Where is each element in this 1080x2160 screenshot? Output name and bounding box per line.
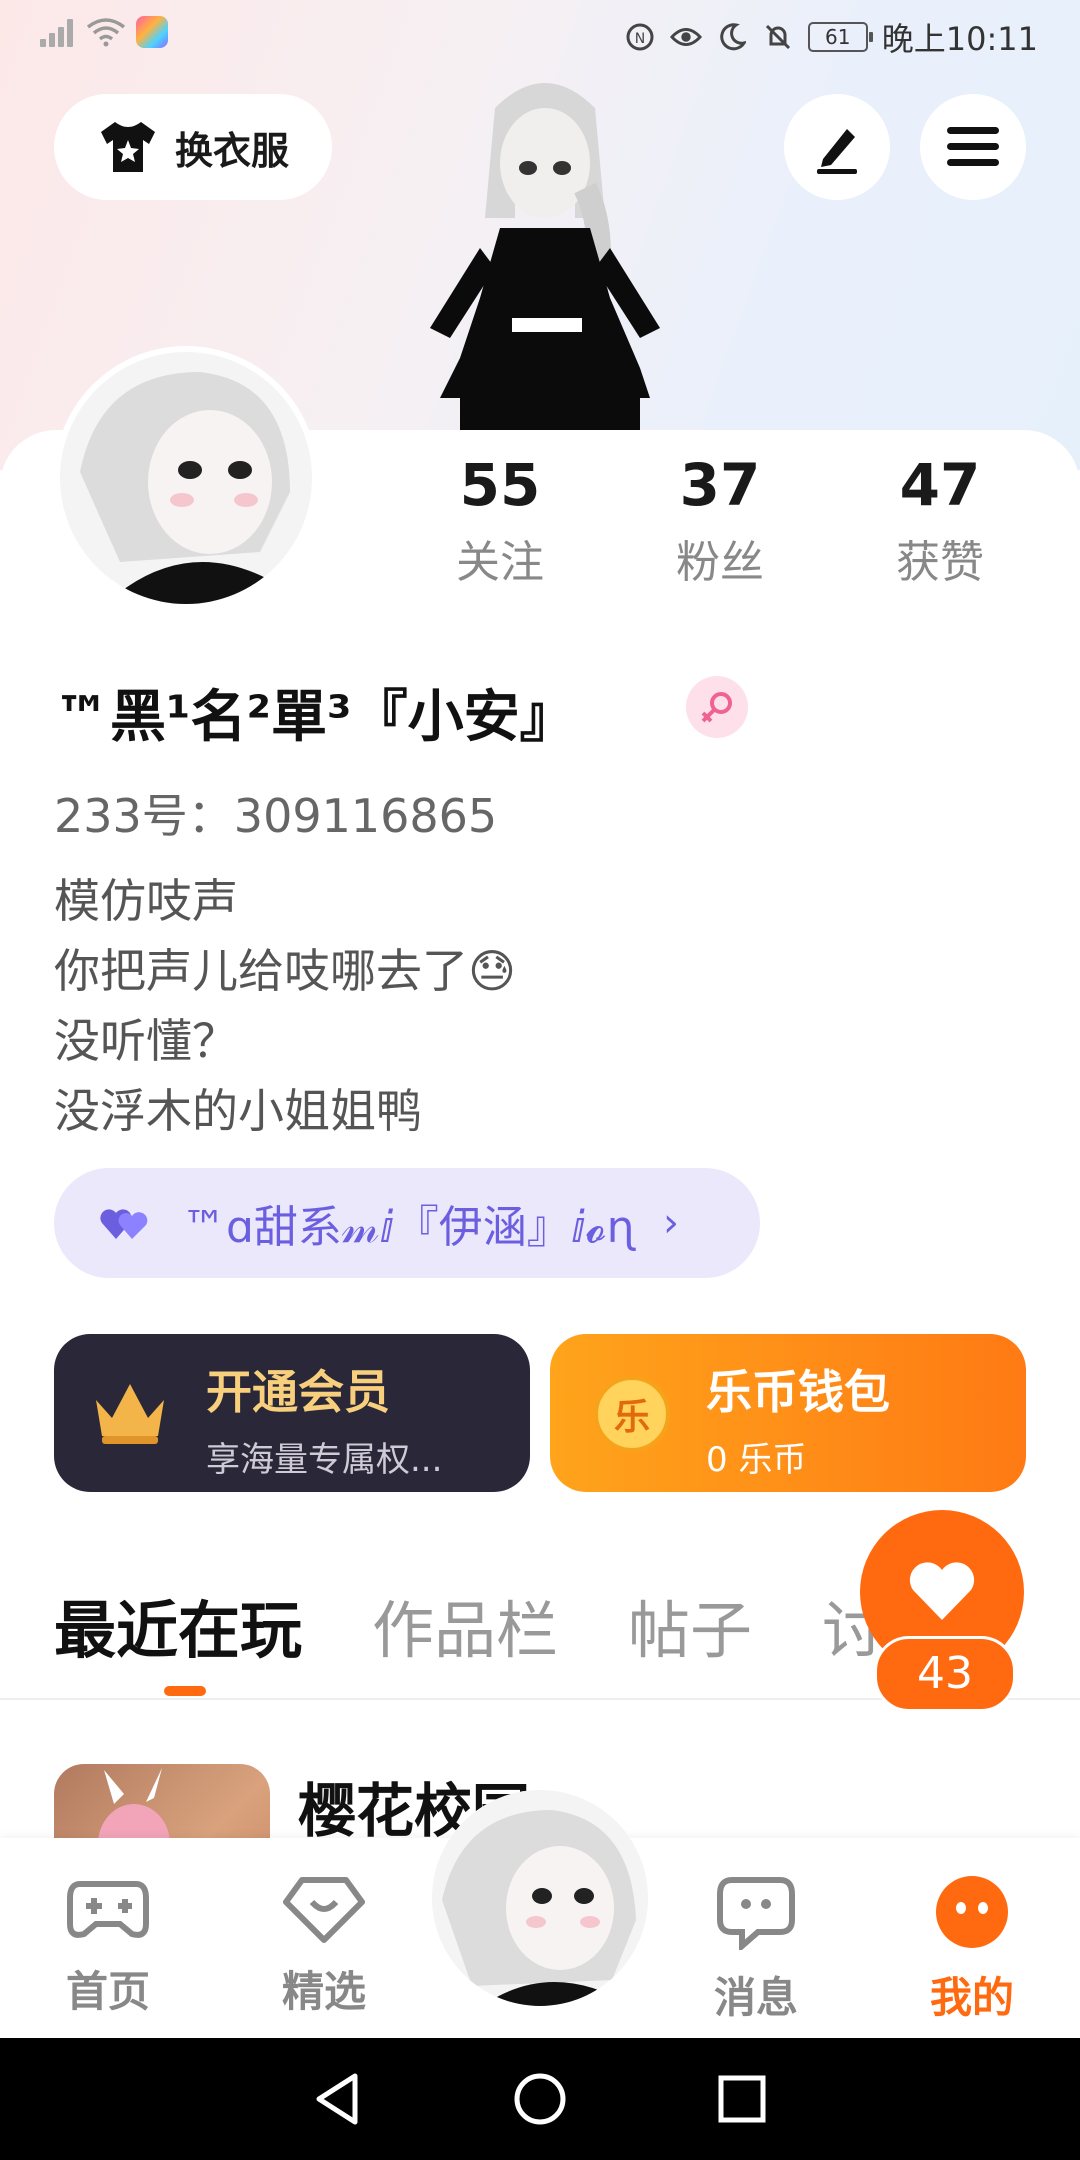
heart-icon <box>909 1562 975 1620</box>
profile-face-icon <box>936 1876 1008 1948</box>
double-heart-icon <box>100 1209 148 1239</box>
eye-comfort-icon <box>669 21 702 53</box>
nfc-icon: N <box>624 21 656 53</box>
likes-count: 47 <box>899 451 981 519</box>
nav-featured[interactable]: 精选 <box>244 1874 404 2019</box>
followers-label: 粉丝 <box>676 537 764 588</box>
nav-center-avatar-button[interactable] <box>432 1790 648 2006</box>
gamepad-icon <box>67 1881 149 1938</box>
hamburger-menu-icon <box>947 127 999 166</box>
moon-icon <box>716 21 748 53</box>
signal-icon <box>40 17 76 47</box>
wallet-card[interactable]: 乐 乐币钱包 0 乐币 <box>550 1334 1026 1492</box>
profile-avatar[interactable] <box>54 346 318 610</box>
vip-membership-card[interactable]: 开通会员 享海量专属权... <box>54 1334 530 1492</box>
chevron-right-icon: › <box>662 1200 679 1246</box>
avatar-image <box>60 352 312 604</box>
stat-likes[interactable]: 47 获赞 <box>840 450 1040 590</box>
status-bar: N 61 晚上10:11 <box>0 0 1080 72</box>
likes-label: 获赞 <box>896 537 984 588</box>
clock: 晚上10:11 <box>881 20 1038 58</box>
crown-icon <box>96 1384 164 1444</box>
bio-line: 你把声儿给吱哪去了😓 <box>54 944 516 998</box>
center-avatar-image <box>432 1790 648 2006</box>
female-gender-icon <box>686 676 748 738</box>
app-notification-icon <box>136 16 168 48</box>
bio: 模仿吱声 你把声儿给吱哪去了😓 没听懂？ 没浮木的小姐姐鸭 <box>54 866 516 1146</box>
vip-title: 开通会员 <box>206 1365 390 1419</box>
change-outfit-label: 换衣服 <box>174 128 289 173</box>
nav-featured-label: 精选 <box>281 1967 366 2016</box>
user-id: 233号：309116865 <box>54 789 498 843</box>
recents-icon[interactable] <box>717 2074 767 2124</box>
mute-bell-icon <box>762 21 794 53</box>
bio-line: 模仿吱声 <box>54 874 238 928</box>
tab-works[interactable]: 作品栏 <box>372 1580 558 1670</box>
edit-button[interactable] <box>784 94 890 200</box>
active-tab-indicator <box>164 1686 206 1696</box>
nav-profile[interactable]: 我的 <box>892 1874 1052 2025</box>
bio-line: 没听懂？ <box>54 1014 238 1068</box>
followers-count: 37 <box>679 451 761 519</box>
stat-following[interactable]: 55 关注 <box>400 450 600 590</box>
wifi-icon <box>86 18 126 47</box>
bio-line: 没浮木的小姐姐鸭 <box>54 1084 422 1138</box>
home-icon[interactable] <box>513 2072 567 2126</box>
tab-posts[interactable]: 帖子 <box>628 1580 752 1670</box>
cp-partner-name: ™ɑ甜系𝓂ⅈ『伊涵』ⅈ𝓸ɳ <box>182 1202 635 1253</box>
nickname: ™黑¹名²單³『小安』 <box>54 685 576 750</box>
nav-home-label: 首页 <box>65 1967 150 2016</box>
nav-messages[interactable]: 消息 <box>676 1874 836 2025</box>
change-outfit-button[interactable]: 换衣服 <box>54 94 332 200</box>
following-label: 关注 <box>456 537 544 588</box>
content-tabs: 最近在玩 作品栏 帖子 讨 <box>54 1580 884 1670</box>
wallet-balance: 0 乐币 <box>706 1440 807 1480</box>
avatar-character-image <box>430 83 660 438</box>
nav-messages-label: 消息 <box>713 1973 798 2022</box>
tshirt-icon <box>100 122 155 172</box>
system-navigation-bar <box>0 2038 1080 2160</box>
nav-home[interactable]: 首页 <box>28 1874 188 2019</box>
message-bubble-icon <box>717 1877 795 1953</box>
coin-icon: 乐 <box>594 1376 670 1452</box>
vip-subtitle: 享海量专属权... <box>206 1440 443 1480</box>
battery-indicator: 61 <box>807 22 873 52</box>
profile-stats: 55 关注 37 粉丝 47 获赞 <box>400 450 1040 590</box>
wallet-title: 乐币钱包 <box>706 1365 890 1419</box>
following-count: 55 <box>459 451 541 519</box>
pencil-icon <box>817 129 857 174</box>
tab-recently-played[interactable]: 最近在玩 <box>54 1580 302 1670</box>
stat-followers[interactable]: 37 粉丝 <box>620 450 820 590</box>
nav-profile-label: 我的 <box>929 1973 1014 2022</box>
cp-relation-pill[interactable]: ™ɑ甜系𝓂ⅈ『伊涵』ⅈ𝓸ɳ › <box>54 1168 760 1278</box>
floating-like-count: 43 <box>874 1636 1016 1712</box>
diamond-heart-icon <box>283 1877 365 1943</box>
menu-button[interactable] <box>920 94 1026 200</box>
back-icon[interactable] <box>313 2072 363 2126</box>
svg-text:N: N <box>635 31 645 47</box>
